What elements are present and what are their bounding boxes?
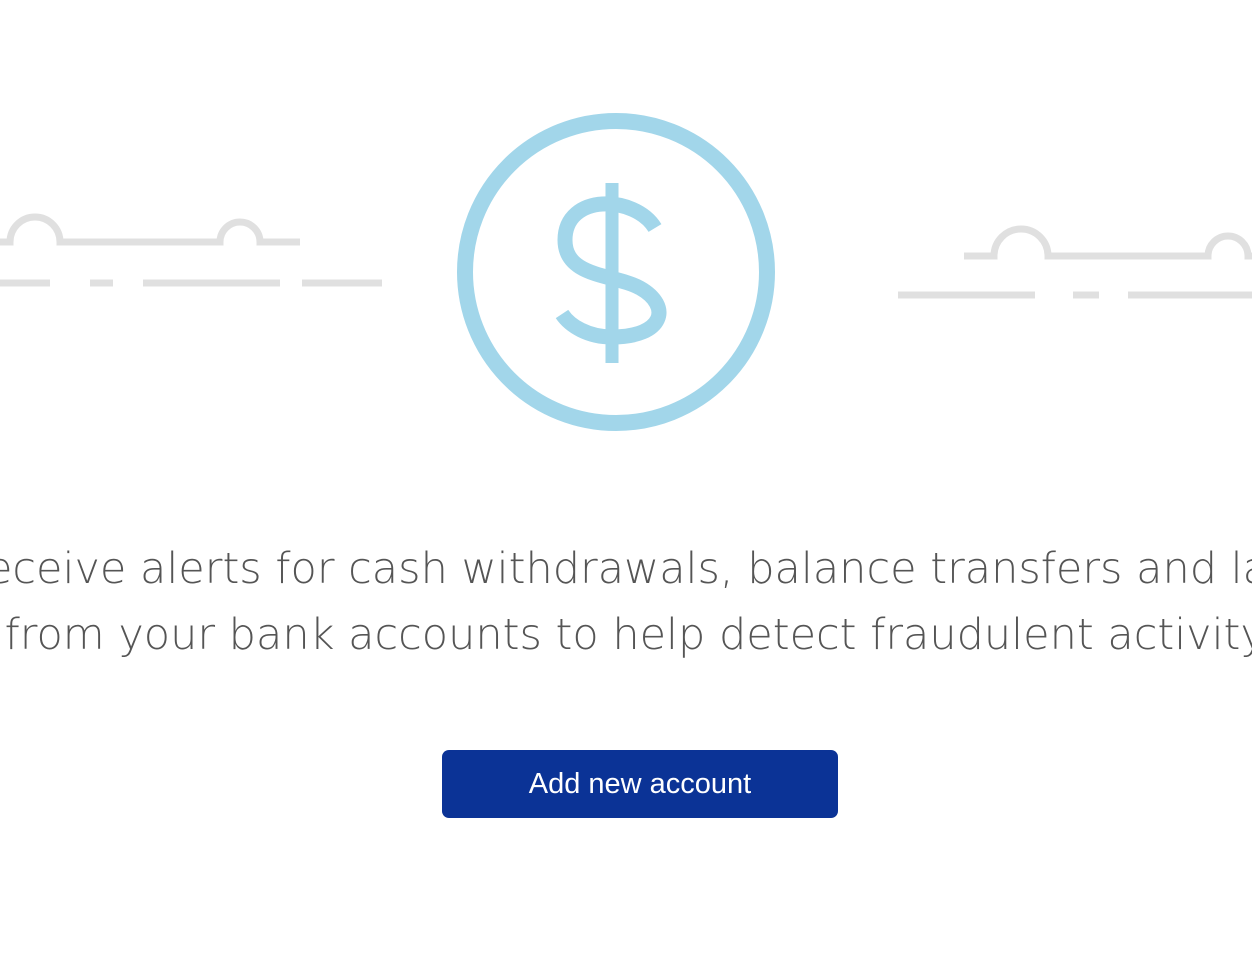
description-line-2: from your bank accounts to help detect f… bbox=[4, 610, 1252, 660]
left-cloud-icon bbox=[0, 213, 382, 287]
description-line-1: Receive alerts for cash withdrawals, bal… bbox=[0, 544, 1252, 594]
add-new-account-button[interactable]: Add new account bbox=[442, 750, 838, 818]
empty-state-page: Receive alerts for cash withdrawals, bal… bbox=[0, 0, 1252, 962]
right-cloud-icon bbox=[898, 225, 1252, 299]
add-new-account-button-label: Add new account bbox=[528, 767, 752, 800]
dollar-circle-icon bbox=[457, 113, 775, 431]
illustration bbox=[0, 113, 1252, 431]
alerts-description: Receive alerts for cash withdrawals, bal… bbox=[0, 536, 1252, 686]
